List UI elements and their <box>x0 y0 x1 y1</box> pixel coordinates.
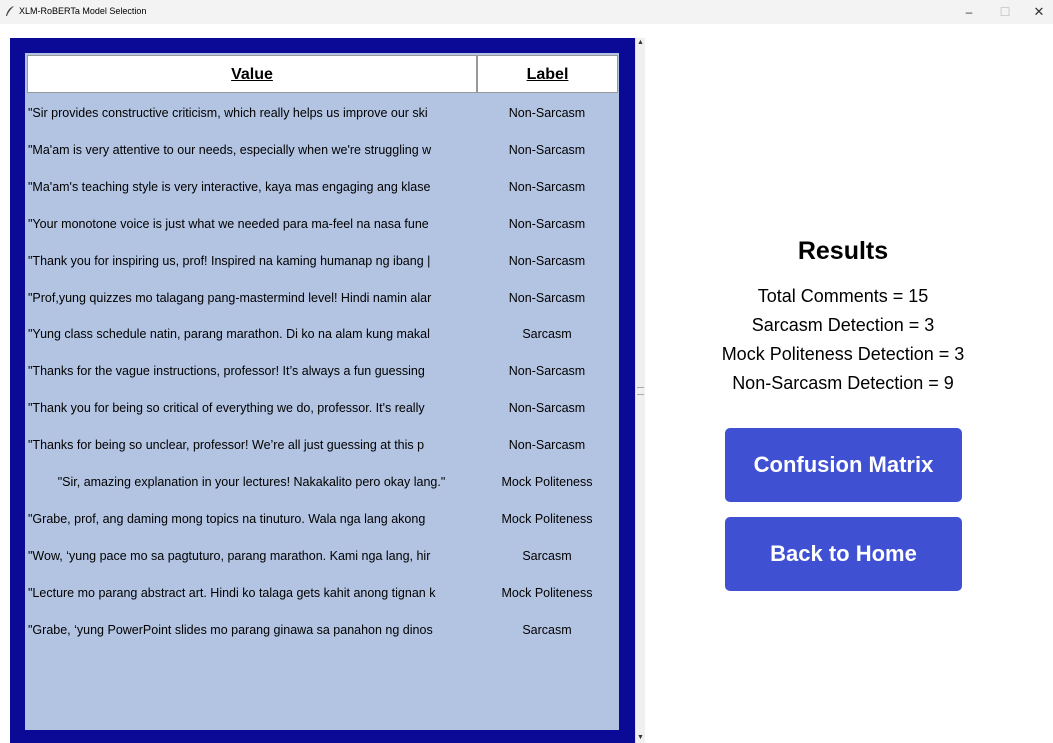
maximize-icon[interactable]: ☐ <box>990 0 1020 24</box>
results-heading: Results <box>797 237 889 265</box>
table-row[interactable]: "Thanks for being so unclear, professor!… <box>27 433 617 457</box>
row-value-cell: "Sir, amazing explanation in your lectur… <box>57 475 446 489</box>
row-value-cell: "Ma'am's teaching style is very interact… <box>28 179 431 194</box>
table-row[interactable]: "Your monotone voice is just what we nee… <box>27 212 617 236</box>
row-label-cell: Sarcasm <box>522 327 572 342</box>
table-row[interactable]: "Thanks for the vague instructions, prof… <box>27 359 617 383</box>
row-label-cell: Mock Politeness <box>501 585 593 600</box>
row-value-cell: "Lecture mo parang abstract art. Hindi k… <box>28 585 436 600</box>
row-value-cell: "Prof,yung quizzes mo talagang pang-mast… <box>28 290 432 305</box>
row-value-cell: "Thank you for inspiring us, prof! Inspi… <box>28 253 431 268</box>
close-icon[interactable]: ✕ <box>1024 0 1053 24</box>
row-label-cell: Mock Politeness <box>501 511 593 526</box>
row-value-cell: "Wow, ‘yung pace mo sa pagtuturo, parang… <box>28 548 431 563</box>
row-label-cell: Non-Sarcasm <box>508 364 586 379</box>
scroll-down-arrow-icon[interactable]: ▼ <box>636 733 645 743</box>
column-header-label[interactable]: Label <box>477 55 618 93</box>
back-to-home-button[interactable]: Back to Home <box>725 517 962 591</box>
row-value-cell: "Thank you for being so critical of ever… <box>28 401 425 416</box>
row-value-cell: "Grabe, prof, ang daming mong topics na … <box>28 511 426 526</box>
row-label-cell: Non-Sarcasm <box>508 216 586 231</box>
table-row[interactable]: "Thank you for being so critical of ever… <box>27 396 617 420</box>
table-row[interactable]: "Sir, amazing explanation in your lectur… <box>27 470 617 494</box>
window-title: XLM-RoBERTa Model Selection <box>19 6 147 16</box>
confusion-matrix-button[interactable]: Confusion Matrix <box>725 428 962 502</box>
minimize-icon[interactable]: – <box>954 0 984 24</box>
table-row[interactable]: "Ma'am's teaching style is very interact… <box>27 175 617 199</box>
row-value-cell: "Thanks for being so unclear, professor!… <box>28 438 425 453</box>
table-row[interactable]: "Prof,yung quizzes mo talagang pang-mast… <box>27 286 617 310</box>
table-row[interactable]: "Thank you for inspiring us, prof! Inspi… <box>27 249 617 273</box>
row-label-cell: Sarcasm <box>522 548 572 563</box>
row-label-cell: Non-Sarcasm <box>508 142 586 157</box>
table-row[interactable]: "Yung class schedule natin, parang marat… <box>27 322 617 346</box>
sarcasm-count-text: Sarcasm Detection = 3 <box>751 315 935 335</box>
row-value-cell: "Your monotone voice is just what we nee… <box>28 216 429 231</box>
row-label-cell: Non-Sarcasm <box>508 290 586 305</box>
table-row[interactable]: "Grabe, ‘yung PowerPoint slides mo paran… <box>27 618 617 642</box>
scroll-thumb[interactable] <box>637 387 644 395</box>
row-label-cell: Non-Sarcasm <box>508 401 586 416</box>
row-label-cell: Non-Sarcasm <box>508 253 586 268</box>
row-value-cell: "Ma'am is very attentive to our needs, e… <box>28 142 432 157</box>
table-row[interactable]: "Lecture mo parang abstract art. Hindi k… <box>27 581 617 605</box>
row-label-cell: Non-Sarcasm <box>508 106 586 120</box>
table-row[interactable]: "Wow, ‘yung pace mo sa pagtuturo, parang… <box>27 544 617 568</box>
row-value-cell: "Grabe, ‘yung PowerPoint slides mo paran… <box>28 622 433 637</box>
row-label-cell: Non-Sarcasm <box>508 438 586 453</box>
table-row[interactable]: "Ma'am is very attentive to our needs, e… <box>27 138 617 162</box>
mock-politeness-count-text: Mock Politeness Detection = 3 <box>721 344 965 364</box>
column-header-value[interactable]: Value <box>27 55 477 93</box>
row-value-cell: "Sir provides constructive criticism, wh… <box>28 106 428 120</box>
vertical-scrollbar[interactable]: ▲ ▼ <box>635 38 645 743</box>
feather-icon <box>6 6 14 16</box>
row-label-cell: Sarcasm <box>522 622 572 637</box>
row-value-cell: "Thanks for the vague instructions, prof… <box>28 364 425 379</box>
scroll-up-arrow-icon[interactable]: ▲ <box>636 38 645 48</box>
row-value-cell: "Yung class schedule natin, parang marat… <box>28 327 430 342</box>
non-sarcasm-count-text: Non-Sarcasm Detection = 9 <box>732 373 954 393</box>
row-label-cell: Non-Sarcasm <box>508 179 586 194</box>
row-label-cell: Mock Politeness <box>501 475 593 489</box>
table-row[interactable]: "Sir provides constructive criticism, wh… <box>27 101 617 125</box>
window-titlebar: XLM-RoBERTa Model Selection – ☐ ✕ <box>0 0 1053 24</box>
table-row[interactable]: "Grabe, prof, ang daming mong topics na … <box>27 507 617 531</box>
total-comments-text: Total Comments = 15 <box>757 286 929 306</box>
